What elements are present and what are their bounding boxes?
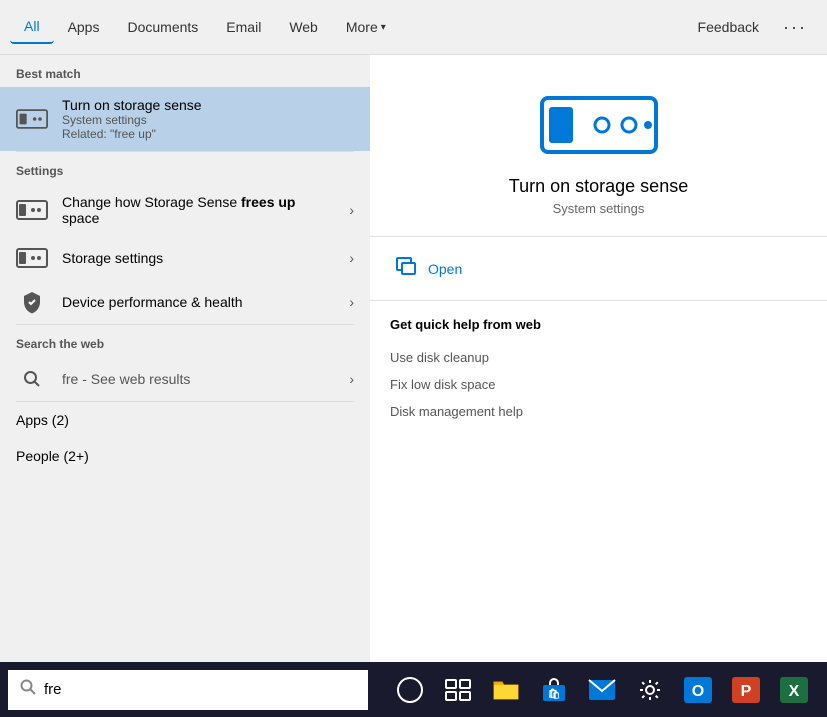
settings-icon[interactable] (628, 668, 672, 712)
svg-text:X: X (788, 683, 799, 700)
taskbar: fre (0, 662, 827, 717)
task-view-icon[interactable] (436, 668, 480, 712)
chevron-down-icon: ▾ (381, 22, 386, 33)
storage-icon-2 (16, 246, 48, 270)
settings-item-storage[interactable]: Storage settings › (0, 236, 370, 280)
tab-all[interactable]: All (10, 10, 54, 44)
web-link-2[interactable]: Fix low disk space (390, 371, 807, 398)
settings-item-device-health[interactable]: Device performance & health › (0, 280, 370, 324)
best-match-item[interactable]: Turn on storage sense System settings Re… (0, 87, 370, 151)
web-query: fre (62, 371, 78, 387)
settings-item-storage-sense-frees[interactable]: Change how Storage Sense frees up space … (0, 184, 370, 236)
settings-item-text-3: Device performance & health (62, 294, 335, 310)
svg-text:P: P (740, 683, 751, 700)
people-count[interactable]: People (2+) (0, 438, 370, 474)
store-icon[interactable]: 🛍 (532, 668, 576, 712)
web-item-text: fre - See web results (62, 371, 335, 387)
settings-label: Settings (0, 152, 370, 184)
settings-item-text-1: Change how Storage Sense frees up space (62, 194, 335, 226)
search-box[interactable]: fre (8, 670, 368, 710)
web-help-title: Get quick help from web (390, 317, 807, 332)
tab-documents[interactable]: Documents (113, 11, 212, 43)
outlook-icon[interactable]: O (676, 668, 720, 712)
detail-hero: Turn on storage sense System settings (370, 55, 827, 237)
tab-email[interactable]: Email (212, 11, 275, 43)
right-panel: Turn on storage sense System settings Op… (370, 55, 827, 662)
apps-count[interactable]: Apps (2) (0, 402, 370, 438)
excel-icon[interactable]: X (772, 668, 816, 712)
open-icon (396, 257, 416, 280)
chevron-icon-2: › (349, 250, 354, 266)
open-label: Open (428, 261, 462, 277)
cortana-icon[interactable] (388, 668, 432, 712)
best-match-related: Related: "free up" (62, 127, 354, 141)
storage-sense-icon (16, 107, 48, 131)
taskbar-icons: 🛍 O P (376, 668, 827, 712)
open-action[interactable]: Open (390, 247, 807, 290)
search-web-label: Search the web (0, 325, 370, 357)
settings-item-text-2: Storage settings (62, 250, 335, 266)
search-input-text: fre (44, 681, 356, 698)
detail-subtitle: System settings (553, 201, 645, 216)
best-match-text: Turn on storage sense System settings Re… (62, 97, 354, 141)
best-match-label: Best match (0, 55, 370, 87)
more-options-button[interactable]: ··· (773, 13, 817, 42)
detail-title: Turn on storage sense (509, 176, 688, 197)
best-match-subtitle: System settings (62, 113, 354, 127)
chevron-icon-3: › (349, 294, 354, 310)
powerpoint-icon[interactable]: P (724, 668, 768, 712)
top-nav: All Apps Documents Email Web More ▾ Feed… (0, 0, 827, 55)
more-dropdown[interactable]: More ▾ (332, 11, 400, 43)
svg-text:🛍: 🛍 (547, 688, 560, 700)
main-container: Best match Turn on storage sense System … (0, 55, 827, 662)
web-link-3[interactable]: Disk management help (390, 398, 807, 425)
tab-apps[interactable]: Apps (54, 11, 114, 43)
search-web-icon (16, 367, 48, 391)
best-match-title: Turn on storage sense (62, 97, 354, 113)
mail-icon[interactable] (580, 668, 624, 712)
tab-web[interactable]: Web (275, 11, 332, 43)
web-suffix: - See web results (82, 371, 190, 387)
chevron-icon-4: › (349, 371, 354, 387)
svg-text:O: O (691, 683, 703, 700)
web-search-item[interactable]: fre - See web results › (0, 357, 370, 401)
shield-icon (16, 290, 48, 314)
storage-icon-1 (16, 198, 48, 222)
more-label: More (346, 19, 378, 35)
feedback-button[interactable]: Feedback (684, 11, 773, 43)
detail-icon-large (539, 95, 659, 160)
search-icon (20, 679, 36, 700)
left-panel: Best match Turn on storage sense System … (0, 55, 370, 662)
detail-actions: Open (370, 237, 827, 301)
web-help-section: Get quick help from web Use disk cleanup… (370, 301, 827, 441)
file-explorer-icon[interactable] (484, 668, 528, 712)
web-link-1[interactable]: Use disk cleanup (390, 344, 807, 371)
chevron-icon-1: › (349, 202, 354, 218)
